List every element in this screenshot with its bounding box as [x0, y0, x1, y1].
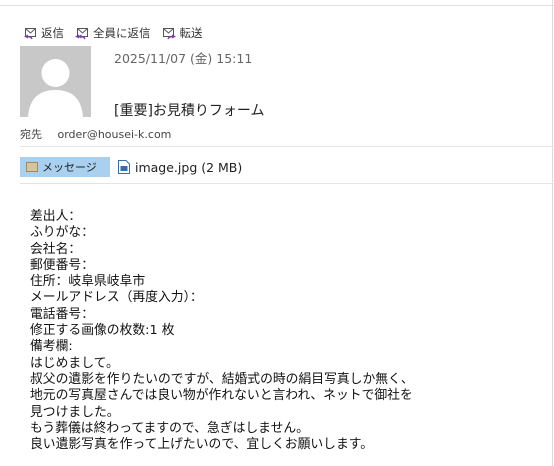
body-line: 叔父の遺影を作りたいのですが、結婚式の時の絹目写真しか無く、 — [30, 371, 414, 387]
window-top-edge — [0, 0, 554, 6]
body-line: 修正する画像の枚数:1 枚 — [30, 323, 175, 339]
reply-button[interactable]: 返信 — [22, 24, 64, 42]
reply-all-button[interactable]: 全員に返信 — [74, 24, 151, 42]
body-line: もう葬儀は終わってますので、急ぎはしません。 — [30, 420, 309, 436]
body-line: 住所：岐阜県岐阜市 — [30, 274, 146, 290]
body-line: 良い遺影写真を作って上げたいので、宜しくお願いします。 — [30, 437, 374, 453]
reply-label: 返信 — [41, 26, 64, 40]
person-icon — [20, 46, 91, 117]
sent-date: 2025/11/07 (金) 15:11 — [114, 51, 253, 66]
attachment-bar: メッセージ image.jpg (2 MB) — [20, 157, 242, 177]
body-line: メールアドレス（再度入力）： — [30, 290, 203, 306]
body-line: 会社名： — [30, 241, 82, 257]
body-line: 見つけました。 — [30, 404, 120, 420]
forward-label: 転送 — [179, 26, 203, 40]
envelope-icon — [26, 162, 38, 172]
body-line: はじめまして。 — [30, 355, 119, 371]
divider — [20, 146, 554, 147]
body-line: ふりがな： — [30, 225, 94, 241]
reply-all-icon — [75, 28, 88, 40]
sender-avatar — [20, 46, 91, 117]
image-file-icon — [118, 160, 130, 174]
recipient-line: 宛先 order@housei-k.com — [20, 126, 171, 142]
body-line: 郵便番号： — [30, 257, 94, 273]
message-tab-label: メッセージ — [42, 161, 97, 174]
body-line: 地元の写真屋さんでは良い物が作れないと言われ、ネットで御社を — [30, 388, 413, 404]
attachment-name: image.jpg (2 MB) — [135, 159, 243, 175]
reply-all-label: 全員に返信 — [93, 26, 151, 40]
forward-button[interactable]: 転送 — [161, 24, 203, 42]
message-body: 差出人： ふりがな： 会社名： 郵便番号： 住所：岐阜県岐阜市 メールアドレス（再度入力）… — [30, 209, 550, 453]
recipient-address[interactable]: order@housei-k.com — [58, 128, 172, 141]
email-subject: [重要]お見積りフォーム — [114, 103, 265, 119]
attachment-item[interactable]: image.jpg (2 MB) — [118, 160, 242, 175]
divider — [20, 183, 554, 184]
to-label: 宛先 — [20, 128, 42, 141]
body-line: 差出人： — [30, 209, 82, 224]
reply-icon — [24, 28, 36, 40]
forward-icon — [162, 28, 176, 40]
message-tab[interactable]: メッセージ — [20, 157, 110, 177]
scrollbar-edge — [552, 0, 553, 466]
body-line: 備考欄: — [30, 339, 73, 355]
message-toolbar: 返信 全員に返信 転送 — [22, 24, 213, 42]
body-line: 電話番号： — [30, 306, 94, 322]
